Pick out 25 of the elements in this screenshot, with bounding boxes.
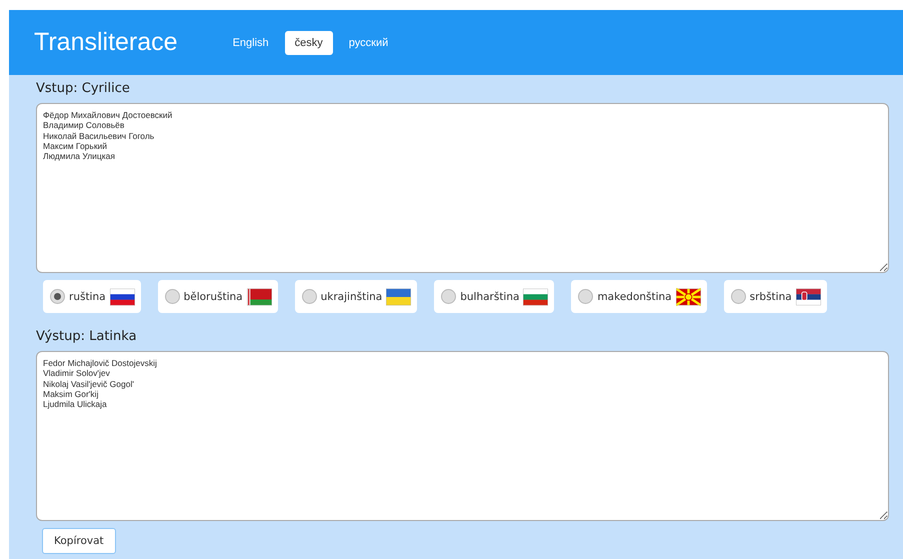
section-label: Výstup: Latinka <box>36 329 138 346</box>
radio-button[interactable] <box>441 289 456 304</box>
copy-button[interactable]: Kopírovat <box>42 528 116 554</box>
language-name: srbština <box>750 290 792 302</box>
language-option[interactable]: ukrajinština <box>294 280 418 313</box>
language-name: ruština <box>69 290 106 302</box>
language-option[interactable]: bulharština <box>434 280 554 313</box>
app-title: Transliterace <box>34 28 178 57</box>
radio-button[interactable] <box>50 289 65 304</box>
radio-button[interactable] <box>164 289 180 304</box>
input-field[interactable]: Фёдор Михайлович Достоевский Владимир Соловьёв Николай Васильевич Гоголь Максим Горький Людмила Улицкая <box>36 103 889 273</box>
radio-button[interactable] <box>578 289 594 304</box>
language-option[interactable]: běloruština <box>158 280 278 313</box>
language-option[interactable]: srbština <box>724 280 827 313</box>
language-option[interactable]: ruština <box>43 280 141 313</box>
radio-button[interactable] <box>302 289 317 304</box>
language-name: bulharština <box>460 290 520 302</box>
language-name: běloruština <box>184 290 243 302</box>
language-name: ukrajinština <box>320 290 382 302</box>
section-label: Vstup: Cyrilice <box>36 81 131 98</box>
language-tab[interactable]: česky <box>284 30 333 54</box>
language-option[interactable]: makedonština <box>571 280 707 313</box>
output-field[interactable]: Fedor Michajlovič Dostojevskij Vladimir Solov'jev Nikolaj Vasil'jevič Gogol' Maksim Gor'kij Ljudmila Ulickaja <box>36 351 889 521</box>
language-name: makedonština <box>597 290 672 302</box>
radio-button[interactable] <box>730 289 746 304</box>
